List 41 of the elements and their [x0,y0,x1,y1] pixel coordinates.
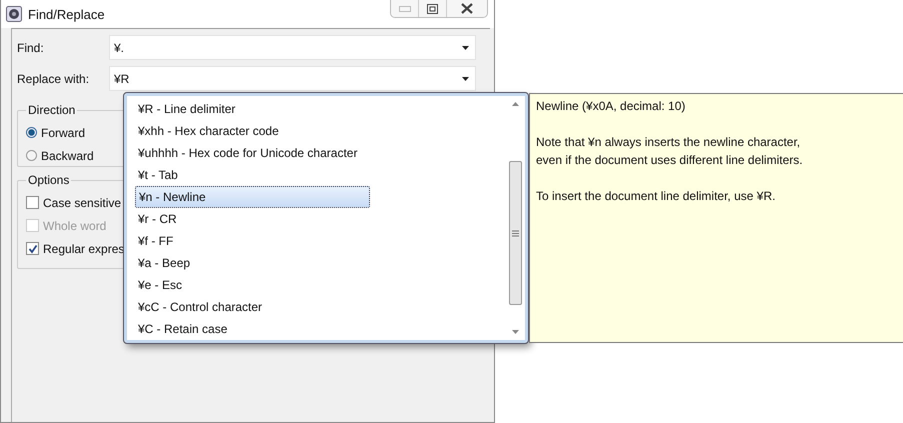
dropdown-icon[interactable] [462,76,469,80]
radio-button[interactable] [26,127,37,138]
scroll-up-icon[interactable] [512,102,519,106]
checkbox[interactable] [26,196,39,209]
field-label: Find: [17,40,45,54]
tooltip-text: To insert the document line delimiter, use ¥R. [536,188,776,205]
tooltip-text: Newline (¥x0A, decimal: 10) [536,98,686,115]
group-title: Options [27,173,70,187]
combo-field[interactable]: ¥R [109,66,476,91]
combo-field[interactable]: ¥. [109,35,476,60]
proposal-item[interactable]: ¥n - Newline [135,186,370,208]
proposal-item[interactable]: ¥t - Tab [135,164,370,186]
proposal-item[interactable]: ¥C - Retain case [135,318,370,338]
checkbox-label: Case sensitive [43,196,122,210]
checkbox-label: Whole word [43,218,106,232]
group-title: Direction [27,103,76,117]
proposal-item[interactable]: ¥cC - Control character [135,296,370,318]
gear-icon [6,6,22,22]
maximize-button[interactable] [419,0,447,17]
close-icon [461,3,473,14]
checkbox-label: Regular expres [43,242,124,256]
proposal-item[interactable]: ¥r - CR [135,208,370,230]
proposal-item[interactable]: ¥f - FF [135,230,370,252]
field-label: Replace with: [17,72,90,86]
maximize-icon [427,4,438,14]
close-button[interactable] [447,0,487,17]
proposal-item[interactable]: ¥uhhhh - Hex code for Unicode character [135,142,370,164]
radio-label: Forward [41,126,86,140]
proposal-item[interactable]: ¥R - Line delimiter [135,98,370,120]
window-title: Find/Replace [28,6,105,22]
proposal-item[interactable]: ¥e - Esc [135,274,370,296]
scroll-down-icon[interactable] [512,330,519,334]
radio-button[interactable] [26,150,37,161]
proposal-item[interactable]: ¥a - Beep [135,252,370,274]
dropdown-icon[interactable] [462,46,469,50]
proposal-item[interactable]: ¥xhh - Hex character code [135,120,370,142]
checkbox[interactable] [26,242,39,255]
radio-label: Backward [41,148,94,162]
grip-icon [512,230,519,236]
tooltip-text: Note that ¥n always inserts the newline character, even if the document uses different line delimiters. [536,134,804,169]
minimize-icon [398,6,410,12]
